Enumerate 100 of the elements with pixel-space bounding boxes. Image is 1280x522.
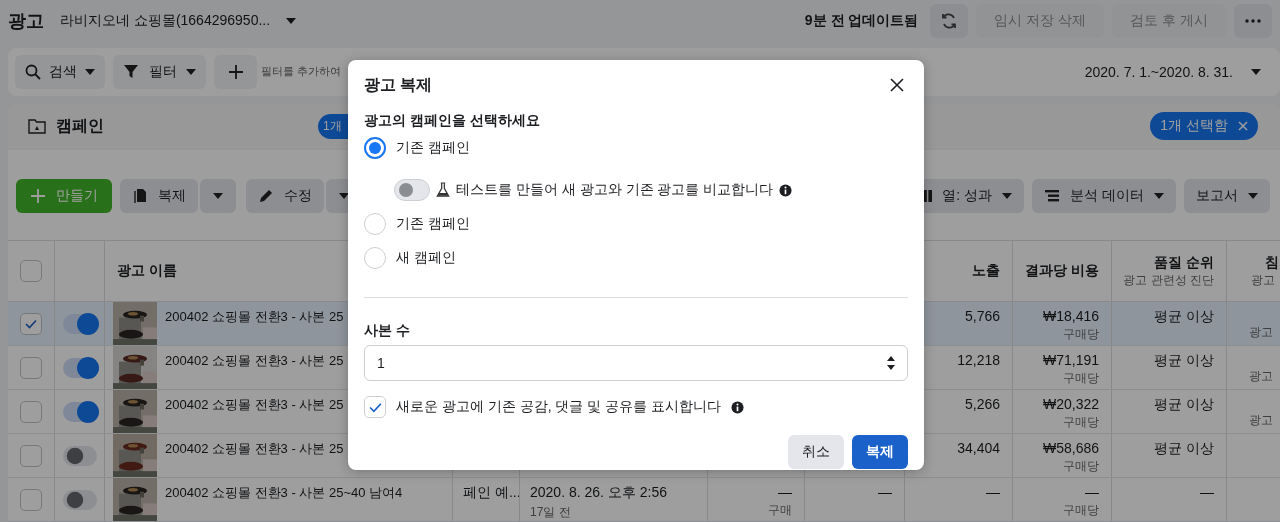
row-checkbox[interactable] [20, 488, 42, 511]
ad-name[interactable]: 200402 쇼핑몰 전환3 - 사본 25 [165, 390, 344, 414]
caret-icon [213, 193, 223, 199]
toggle-switch[interactable] [62, 357, 97, 378]
refresh-button[interactable] [930, 4, 969, 38]
row-checkbox[interactable] [20, 444, 42, 467]
ad-name[interactable]: 200402 쇼핑몰 전환3 - 사본 25~40 남여4 [165, 478, 403, 502]
caret-icon [286, 18, 297, 24]
toggle-switch[interactable] [62, 313, 97, 334]
cell-caption: 구매당 [1063, 370, 1099, 387]
selection-chip[interactable]: 1개 선택함 [1150, 112, 1258, 140]
filter-icon [123, 64, 139, 80]
dialog-title: 광고 복제 [364, 74, 433, 95]
search-button[interactable]: 검색 [15, 55, 105, 89]
caret-icon [1251, 69, 1261, 75]
edit-button[interactable]: 수정 [246, 179, 324, 213]
radio-button[interactable] [364, 137, 386, 159]
caret-icon [85, 69, 95, 75]
radio-label[interactable]: 새 캠페인 [396, 249, 456, 267]
row-checkbox[interactable] [20, 312, 42, 335]
date-range-selector[interactable]: 2020. 7. 1.~2020. 8. 31. [1084, 64, 1261, 80]
account-selector[interactable]: 라비지오네 쇼핑몰(1664296950... [60, 12, 297, 30]
column-header[interactable]: 침 [1265, 253, 1279, 272]
column-subtitle: 광고 관련성 진단 [1123, 271, 1214, 289]
column-subtitle: 광고 [1251, 271, 1275, 289]
checkbox-label[interactable]: 새로운 광고에 기존 공감, 댓글 및 공유를 표시합니다 [396, 398, 722, 416]
cell-value: ₩71,191 [1042, 352, 1099, 368]
search-icon [25, 64, 41, 80]
list-icon [1044, 188, 1061, 204]
page-title: 광고 [8, 10, 44, 33]
duplicate-button[interactable]: 복제 [852, 435, 908, 469]
checkbox[interactable] [364, 396, 386, 418]
toggle-switch[interactable] [394, 179, 430, 201]
cell-value: — [986, 484, 1000, 500]
close-button[interactable] [890, 78, 904, 92]
filter-placeholder[interactable]: 필터를 추가하여 [261, 65, 341, 79]
column-header[interactable]: 결과당 비용 [1025, 262, 1099, 280]
cell-caption: 구매당 [1063, 326, 1099, 343]
row-checkbox[interactable] [20, 400, 42, 423]
column-header[interactable]: 품질 순위 [1154, 253, 1214, 272]
cell-value: 12,218 [957, 352, 1000, 368]
add-filter-button[interactable] [214, 55, 257, 89]
count-badge[interactable]: 1개 [318, 113, 348, 139]
cell-value: 광고 [1249, 412, 1273, 429]
refresh-icon [940, 12, 959, 30]
row-checkbox[interactable] [20, 356, 42, 379]
cell-caption: 구매당 [1063, 502, 1099, 519]
cancel-button[interactable]: 취소 [788, 435, 844, 469]
folder-icon [28, 118, 46, 134]
select-all-checkbox[interactable] [20, 260, 42, 282]
breakdown-button[interactable]: 분석 데이터 [1032, 179, 1176, 213]
more-icon [1245, 19, 1261, 23]
toggle-label: 테스트를 만들어 새 광고와 기존 광고를 비교합니다 [456, 181, 774, 199]
cell-value: 평균 이상 [1154, 352, 1214, 370]
ad-name[interactable]: 200402 쇼핑몰 전환3 - 사본 25 [165, 434, 344, 458]
column-header[interactable]: 노출 [972, 262, 1000, 280]
more-button[interactable] [1234, 4, 1272, 38]
ad-name[interactable]: 200402 쇼핑몰 전환3 - 사본 25 [165, 302, 344, 326]
plus-icon [227, 64, 244, 80]
cell-value: 5,766 [964, 308, 1000, 324]
duplicate-button[interactable]: 복제 [120, 179, 198, 213]
cell-caption: 17일 전 [530, 504, 571, 521]
caret-icon [1154, 193, 1164, 199]
cell-value: 광고 [1249, 368, 1273, 385]
cell-caption: 구매당 [1063, 458, 1099, 475]
cell-caption: 구매 [768, 502, 792, 519]
cell-value: 평균 이상 [1154, 308, 1214, 326]
cell-caption: 구매당 [1063, 414, 1099, 431]
radio-label[interactable]: 기존 캠페인 [396, 139, 470, 157]
reports-button[interactable]: 보고서 [1184, 179, 1270, 213]
caret-icon [1002, 193, 1013, 199]
caret-icon [339, 193, 349, 199]
info-icon[interactable] [731, 400, 745, 414]
ad-name[interactable]: 200402 쇼핑몰 전환3 - 사본 25 [165, 346, 344, 370]
cell-value: 5,266 [964, 396, 1000, 412]
cell-value: 34,404 [957, 440, 1000, 456]
cell-value: 광고 [1249, 324, 1273, 341]
pencil-icon [258, 188, 274, 204]
cell-value: — [1200, 484, 1214, 500]
stepper-icon[interactable] [887, 355, 895, 371]
update-status: 9분 전 업데이트됨 [804, 12, 919, 30]
cell-value: — [1085, 484, 1099, 500]
close-icon[interactable] [1238, 121, 1248, 131]
info-icon[interactable] [779, 183, 793, 197]
cell-value: ₩58,686 [1042, 440, 1099, 456]
plus-icon [30, 188, 46, 204]
toggle-switch[interactable] [62, 401, 97, 422]
cell-value: — [778, 484, 792, 500]
radio-label[interactable]: 기존 캠페인 [396, 215, 470, 233]
number-field[interactable]: 1 [364, 345, 908, 381]
section-heading: 광고의 캠페인을 선택하세요 [364, 111, 541, 130]
toggle-switch[interactable] [62, 489, 97, 510]
filter-button[interactable]: 필터 [113, 55, 206, 89]
caret-icon [186, 69, 196, 75]
toggle-switch[interactable] [62, 445, 97, 466]
cell-value: — [878, 484, 892, 500]
campaign-label[interactable]: 캠페인 [56, 115, 104, 137]
document-icon [132, 188, 148, 204]
cell-value: ₩18,416 [1042, 308, 1099, 324]
cell-value: 2020. 8. 26. 오후 2:56 [530, 484, 667, 502]
